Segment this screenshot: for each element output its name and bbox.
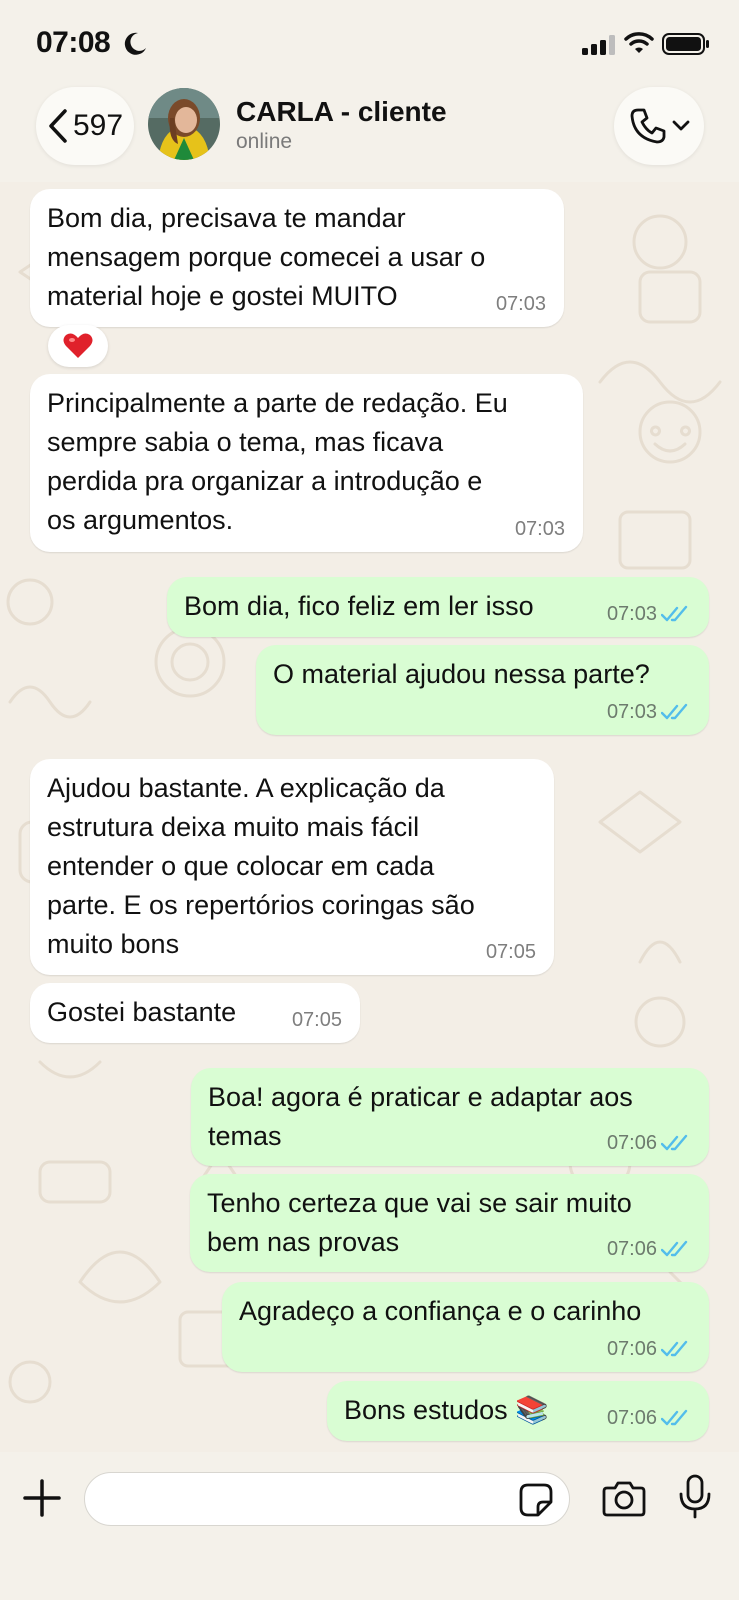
plus-icon[interactable]: [22, 1478, 62, 1518]
contact-status: online: [236, 130, 293, 153]
message-time: 07:06: [606, 1238, 657, 1260]
chevron-down-icon: [672, 120, 690, 131]
message-text: Bom dia, precisava te mandar mensagem po…: [47, 203, 486, 311]
message-meta: 07:06: [607, 1238, 691, 1260]
message-text: Bons estudos 📚: [344, 1395, 549, 1425]
phone-icon: [630, 108, 666, 144]
message-bubble-outgoing[interactable]: Bons estudos 📚 07:06: [327, 1381, 709, 1441]
message-bubble-incoming[interactable]: Ajudou bastante. A explicação da estrutu…: [30, 759, 554, 975]
message-time: 07:03: [514, 518, 565, 540]
message-time: 07:06: [606, 1132, 657, 1154]
message-time: 07:06: [606, 1338, 657, 1360]
message-time: 07:03: [495, 293, 546, 315]
message-input[interactable]: [84, 1472, 570, 1526]
heart-icon: [63, 333, 93, 358]
message-text: Bom dia, fico feliz em ler isso: [184, 591, 534, 621]
signal-icon: [582, 35, 615, 55]
reaction-badge[interactable]: [48, 325, 108, 367]
chevron-left-icon: [49, 109, 67, 143]
message-bubble-outgoing[interactable]: Boa! agora é praticar e adaptar aos tema…: [191, 1068, 709, 1166]
message-text: Agradeço a confiança e o carinho: [239, 1296, 642, 1326]
composer-bar: [0, 1452, 739, 1600]
battery-icon: [662, 33, 709, 55]
message-time: 07:03: [606, 701, 657, 723]
camera-icon[interactable]: [602, 1478, 646, 1518]
unread-count: 597: [72, 109, 124, 142]
message-bubble-incoming[interactable]: Principalmente a parte de redação. Eu se…: [30, 374, 583, 552]
message-bubble-incoming[interactable]: Bom dia, precisava te mandar mensagem po…: [30, 189, 564, 327]
contact-avatar[interactable]: [148, 88, 220, 160]
message-text: Ajudou bastante. A explicação da estrutu…: [47, 773, 475, 959]
back-button[interactable]: 597: [36, 87, 134, 165]
message-text: O material ajudou nessa parte?: [273, 659, 650, 689]
message-time: 07:03: [606, 603, 657, 625]
double-check-icon: [661, 605, 688, 622]
call-button[interactable]: [614, 87, 704, 165]
microphone-icon[interactable]: [678, 1474, 712, 1520]
message-bubble-outgoing[interactable]: Bom dia, fico feliz em ler isso 07:03: [167, 577, 709, 637]
contact-name[interactable]: CARLA - cliente: [236, 96, 447, 128]
message-meta: 07:05: [292, 1009, 342, 1031]
message-time: 07:06: [606, 1407, 657, 1429]
wifi-icon: [624, 32, 654, 53]
message-time: 07:05: [291, 1009, 342, 1031]
message-meta: 07:05: [486, 941, 536, 963]
message-bubble-outgoing[interactable]: Agradeço a confiança e o carinho 07:06: [222, 1282, 709, 1372]
double-check-icon: [661, 1409, 688, 1426]
double-check-icon: [661, 703, 688, 720]
double-check-icon: [661, 1340, 688, 1357]
message-text: Principalmente a parte de redação. Eu se…: [47, 388, 508, 535]
message-meta: 07:06: [607, 1338, 691, 1360]
double-check-icon: [661, 1134, 688, 1151]
double-check-icon: [661, 1240, 688, 1257]
chat-header: 597 CARLA - cliente online: [0, 82, 739, 182]
message-bubble-incoming[interactable]: Gostei bastante 07:05: [30, 983, 360, 1043]
moon-icon: [124, 32, 146, 55]
message-bubble-outgoing[interactable]: Tenho certeza que vai se sair muito bem …: [190, 1174, 709, 1272]
message-meta: 07:06: [607, 1407, 691, 1429]
sticker-icon[interactable]: [518, 1482, 554, 1518]
message-bubble-outgoing[interactable]: O material ajudou nessa parte? 07:03: [256, 645, 709, 735]
message-meta: 07:03: [607, 701, 691, 723]
message-meta: 07:06: [607, 1132, 691, 1154]
status-time: 07:08: [36, 26, 111, 59]
message-meta: 07:03: [496, 293, 546, 315]
message-text: Gostei bastante: [47, 997, 237, 1027]
message-meta: 07:03: [515, 518, 565, 540]
message-time: 07:05: [485, 941, 536, 963]
avatar-image: [148, 88, 220, 160]
status-bar: 07:08: [0, 0, 739, 82]
message-meta: 07:03: [607, 603, 691, 625]
